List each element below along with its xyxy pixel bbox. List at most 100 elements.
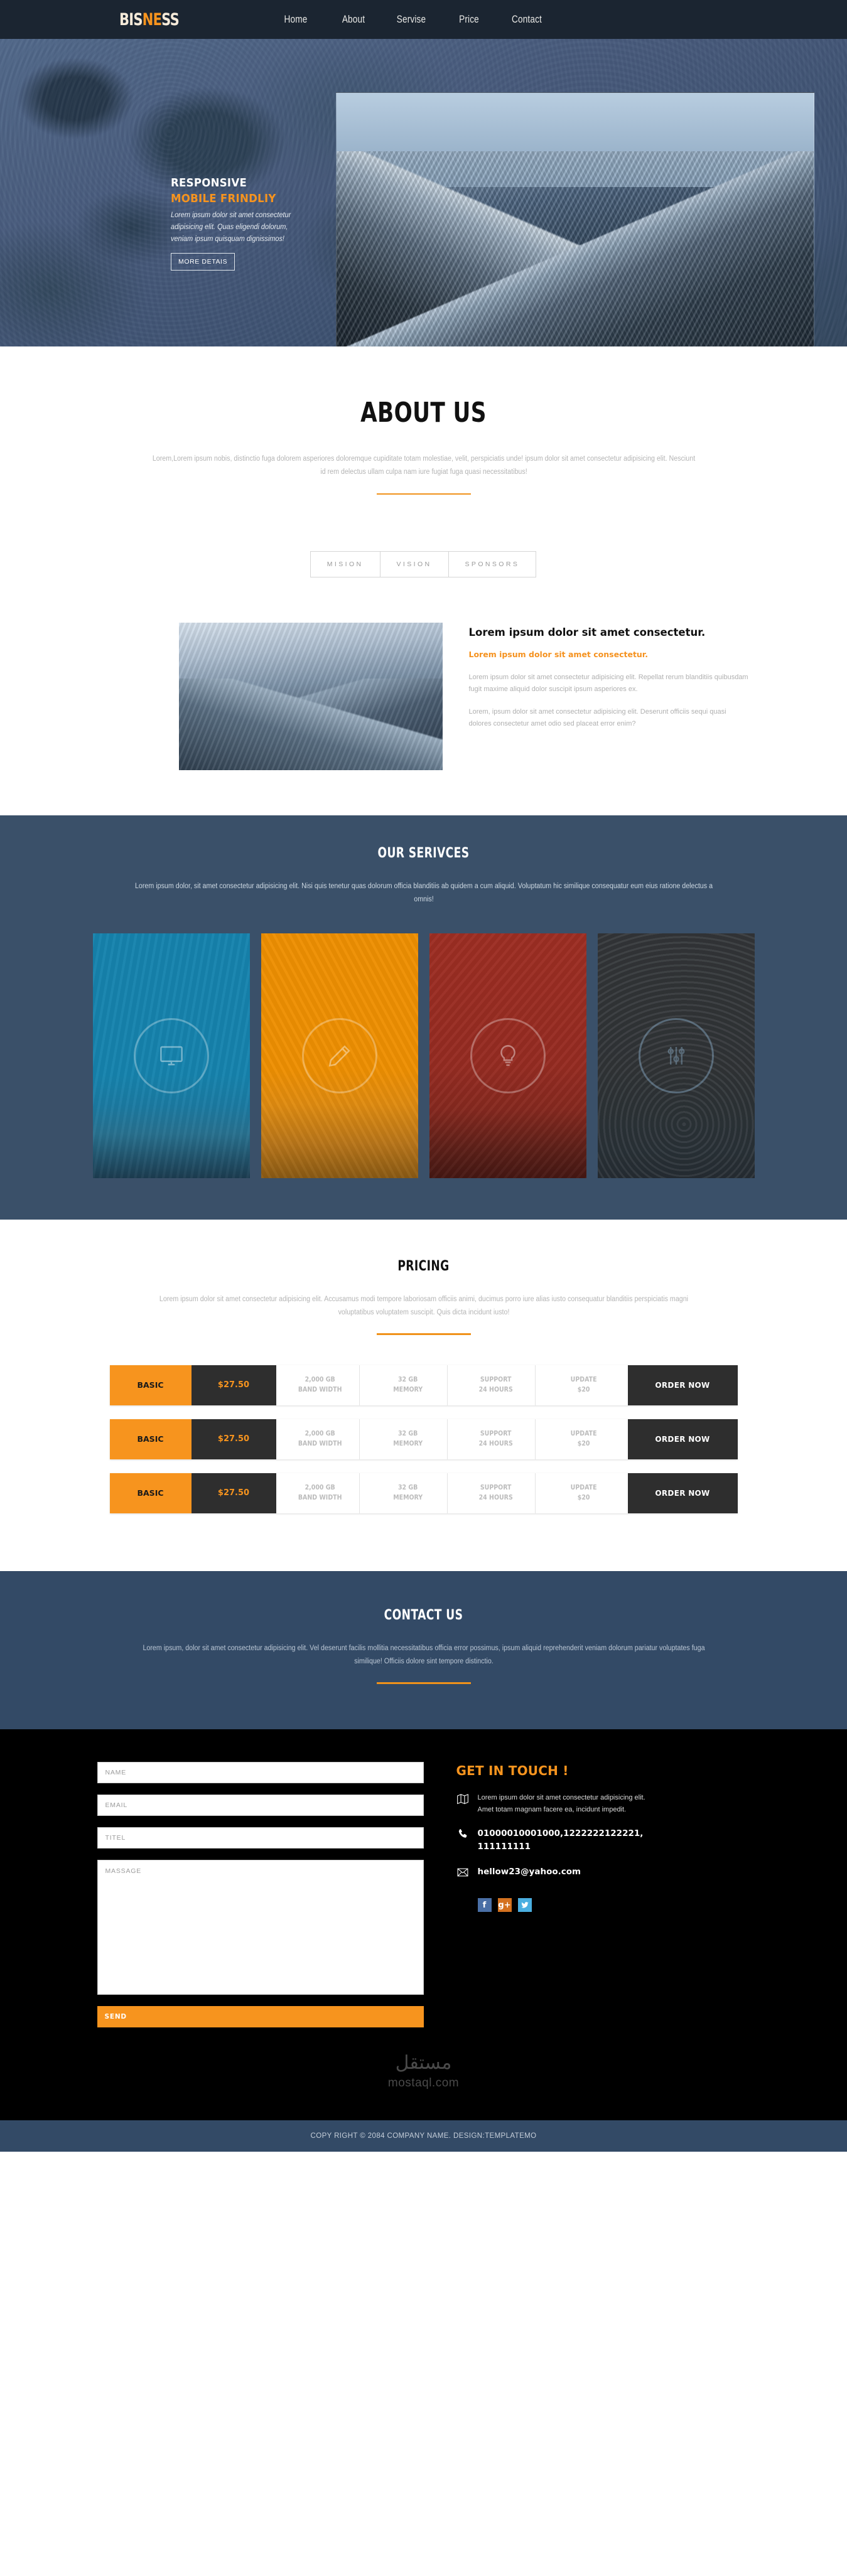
feature-line-1: 32 GB (397, 1375, 418, 1383)
feature-support: SUPPORT 24 HOURS (456, 1419, 536, 1459)
footer-section: NAME EMAIL TITEL MASSAGE SEND GET IN TOU… (0, 1729, 847, 2120)
feature-memory: 32 GB MEMORY (369, 1365, 448, 1405)
hero-line-2: MOBILE FRINDLIY (171, 192, 276, 206)
nav-item-contact[interactable]: Contact (504, 13, 550, 26)
about-title: ABOUT US (360, 397, 487, 429)
more-details-button[interactable]: MORE DETAIS (171, 253, 235, 271)
nav-item-about[interactable]: About (330, 13, 377, 26)
hero-text-block: RESPONSIVE MOBILE FRINDLIY Lorem ipsum d… (171, 176, 312, 271)
services-section: OUR SERIVCES Lorem ipsum dolor, sit amet… (0, 815, 847, 1220)
get-in-touch: GET IN TOUCH ! Lorem ipsum dolor sit ame… (424, 1762, 666, 2027)
pricing-row: BASIC $27.50 2,000 GB BAND WIDTH 32 GB M… (109, 1473, 738, 1513)
feature-line-2: MEMORY (392, 1385, 423, 1393)
sliders-icon (667, 1046, 684, 1065)
phone-text: 01000010001000,1222222122221, 111111111 (477, 1828, 644, 1852)
pricing-section: PRICING Lorem ipsum dolor sit amet conse… (0, 1219, 847, 1571)
contact-divider (376, 1682, 471, 1684)
email-text: hellow23@yahoo.com (477, 1867, 581, 1877)
nav-item-home[interactable]: Home (272, 13, 319, 26)
about-body: Lorem ipsum dolor sit amet consectetur. … (97, 623, 750, 771)
pricing-row: BASIC $27.50 2,000 GB BAND WIDTH 32 GB M… (109, 1365, 738, 1405)
about-paragraph-1: Lorem ipsum dolor sit amet consectetur a… (468, 674, 748, 694)
service-card-monitor[interactable] (92, 933, 250, 1178)
lightbulb-icon (500, 1044, 515, 1066)
feature-line-2: 24 HOURS (478, 1493, 513, 1501)
mostaql-watermark: مستقل mostaql.com (0, 2027, 847, 2120)
watermark-latin: mostaql.com (387, 2076, 460, 2090)
phone-icon (456, 1827, 478, 1843)
feature-update: UPDATE $20 (544, 1365, 623, 1405)
top-navbar: BISNESS Home About Servise Price Contact (0, 0, 847, 39)
address-row: Lorem ipsum dolor sit amet consectetur a… (456, 1792, 666, 1816)
pricing-divider (376, 1333, 471, 1335)
feature-line-1: UPDATE (570, 1483, 597, 1491)
feature-line-1: SUPPORT (480, 1483, 512, 1491)
service-card-sliders[interactable] (597, 933, 755, 1178)
feature-bandwidth: 2,000 GB BAND WIDTH (281, 1473, 360, 1513)
social-links: f g+ (477, 1898, 666, 1913)
feature-line-1: SUPPORT (480, 1429, 512, 1437)
site-logo[interactable]: BISNESS (119, 9, 180, 30)
plan-features: 2,000 GB BAND WIDTH 32 GB MEMORY SUPPORT… (276, 1365, 628, 1405)
twitter-icon[interactable] (517, 1898, 532, 1913)
feature-line-2: BAND WIDTH (298, 1493, 342, 1501)
order-now-button[interactable]: ORDER NOW (627, 1365, 738, 1405)
about-subtitle: Lorem,Lorem ipsum nobis, distinctio fuga… (152, 455, 695, 476)
feature-line-2: $20 (578, 1439, 590, 1447)
feature-line-1: 2,000 GB (305, 1429, 335, 1437)
pricing-rows: BASIC $27.50 2,000 GB BAND WIDTH 32 GB M… (109, 1365, 738, 1513)
logo-part-3: SS (161, 9, 180, 30)
order-now-button[interactable]: ORDER NOW (627, 1473, 738, 1513)
plan-features: 2,000 GB BAND WIDTH 32 GB MEMORY SUPPORT… (276, 1473, 628, 1513)
services-grid (0, 933, 847, 1178)
logo-part-1: BIS (119, 9, 143, 30)
service-ring-1 (133, 1017, 209, 1093)
about-copy: Lorem ipsum dolor sit amet consectetur. … (443, 623, 750, 740)
about-subheading: Lorem ipsum dolor sit amet consectetur. (468, 650, 648, 660)
landing-page: BISNESS Home About Servise Price Contact… (0, 0, 847, 2152)
tab-sponsors[interactable]: SPONSORS (448, 551, 537, 578)
hero-mountain-photo (336, 92, 814, 346)
service-card-lightbulb[interactable] (429, 933, 586, 1178)
feature-update: UPDATE $20 (544, 1473, 623, 1513)
hero-paragraph: Lorem ipsum dolor sit amet consectetur a… (171, 212, 291, 243)
tab-mision[interactable]: MISION (310, 551, 380, 578)
feature-line-1: UPDATE (570, 1375, 597, 1383)
footer-inner: NAME EMAIL TITEL MASSAGE SEND GET IN TOU… (97, 1761, 750, 2027)
service-card-pencil[interactable] (261, 933, 418, 1178)
about-image-wrapper (178, 623, 443, 771)
plan-features: 2,000 GB BAND WIDTH 32 GB MEMORY SUPPORT… (276, 1419, 628, 1459)
address-text: Lorem ipsum dolor sit amet consectetur a… (477, 1793, 645, 1813)
about-divider (376, 493, 471, 495)
copyright-bar: COPY RIGHT © 2084 COMPANY NAME. DESIGN:T… (0, 2120, 847, 2152)
get-in-touch-heading: GET IN TOUCH ! (456, 1763, 569, 1778)
contact-subtitle: Lorem ipsum, dolor sit amet consectetur … (142, 1644, 705, 1665)
feature-update: UPDATE $20 (544, 1419, 623, 1459)
order-now-button[interactable]: ORDER NOW (627, 1419, 738, 1459)
title-field[interactable]: TITEL (97, 1827, 424, 1849)
twitter-bird-glyph (521, 1902, 529, 1908)
services-subtitle: Lorem ipsum dolor, sit amet consectetur … (134, 883, 713, 904)
nav-item-price[interactable]: Price (446, 13, 492, 26)
nav-item-servise[interactable]: Servise (388, 13, 434, 26)
watermark-arabic: مستقل (395, 2052, 452, 2073)
feature-line-2: 24 HOURS (478, 1439, 513, 1447)
send-button[interactable]: SEND (97, 2005, 424, 2027)
photo-mountain-peak (337, 151, 814, 346)
feature-line-2: BAND WIDTH (298, 1439, 342, 1447)
contact-title: CONTACT US (384, 1607, 463, 1623)
name-field[interactable]: NAME (97, 1761, 424, 1783)
feature-support: SUPPORT 24 HOURS (456, 1365, 536, 1405)
hero-section: RESPONSIVE MOBILE FRINDLIY Lorem ipsum d… (0, 39, 847, 346)
tab-vision[interactable]: VISION (379, 551, 449, 578)
google-plus-icon[interactable]: g+ (497, 1898, 512, 1913)
about-mountain-image (178, 623, 443, 771)
facebook-icon[interactable]: f (477, 1898, 492, 1913)
email-row: hellow23@yahoo.com (456, 1865, 666, 1882)
message-field[interactable]: MASSAGE (97, 1859, 424, 1995)
email-field[interactable]: EMAIL (97, 1794, 424, 1816)
nav-links: Home About Servise Price Contact (267, 13, 556, 26)
plan-name: BASIC (109, 1419, 192, 1459)
plan-price: $27.50 (191, 1419, 276, 1459)
logo-part-2: NE (142, 9, 162, 30)
